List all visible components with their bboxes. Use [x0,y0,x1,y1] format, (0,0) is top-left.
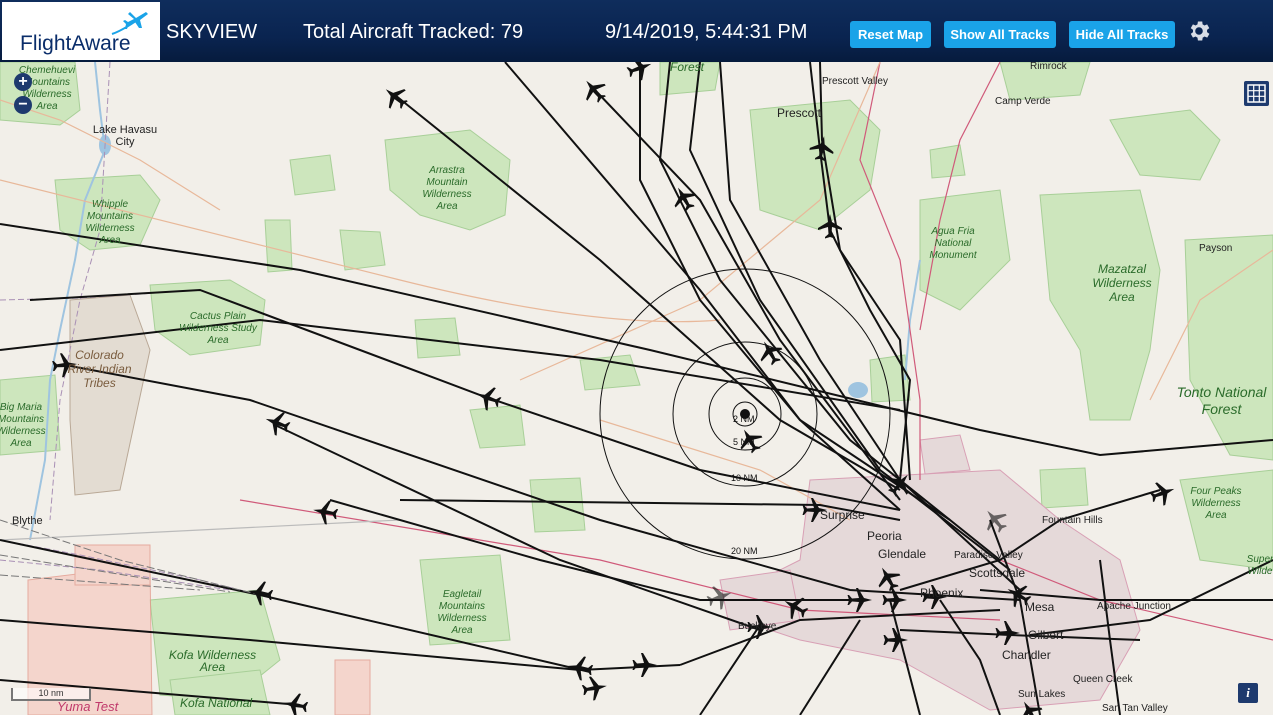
show-all-tracks-button[interactable]: Show All Tracks [944,21,1056,48]
label-kofa-national: Kofa National [180,696,253,710]
info-button[interactable]: i [1238,683,1258,703]
label-whipple: Whipple Mountains Wilderness Area [85,199,135,246]
logo-text: FlightAware [20,32,131,55]
label-gilbert: Gilbert [1028,628,1064,642]
flightaware-logo[interactable]: FlightAware [2,2,160,60]
tribal-area [69,294,151,496]
label-yuma-test: Yuma Test [57,699,119,714]
label-san-tan-valley: San Tan Valley [1102,703,1168,714]
hide-all-tracks-button[interactable]: Hide All Tracks [1069,21,1175,48]
label-chandler: Chandler [1002,648,1051,662]
label-four-peaks: Four Peaks Wilderness Area [1190,486,1242,521]
label-lake-havasu: Lake Havasu City [92,124,158,148]
scale-bar: 10 nm [11,688,91,701]
app-title: SKYVIEW [166,21,258,43]
label-tonto: Tonto National Forest [1176,384,1267,417]
label-phoenix: Phoenix [920,586,964,600]
total-aircraft-tracked: Total Aircraft Tracked: 79 [303,21,524,43]
label-blythe: Blythe [12,515,43,527]
ring-label-2nm: 2 NM [733,414,755,424]
label-buckeye: Buckeye [738,621,777,632]
label-paradise-valley: Paradise Valley [954,550,1023,561]
label-sun-lakes: Sun Lakes [1018,689,1066,700]
label-peoria: Peoria [867,529,902,543]
label-agua-fria: Agua Fria National Monument [929,226,977,261]
label-colorado-tribes: Colorado River Indian Tribes [67,348,132,390]
label-mazatzal: Mazatzal Wilderness Area [1092,262,1152,304]
label-queen-creek: Queen Creek [1073,674,1133,685]
label-fountain-hills: Fountain Hills [1042,515,1103,526]
current-datetime: 9/14/2019, 5:44:31 PM [605,21,808,43]
label-prescott: Prescott [777,106,822,120]
label-arrastra: Arrastra Mountain Wilderness Area [422,165,472,212]
map-canvas[interactable]: 2 NM 5 NM 10 NM 20 NM Chemehuevi Mountai… [0,62,1273,715]
gear-icon[interactable] [1186,18,1212,44]
reset-map-button[interactable]: Reset Map [850,21,931,48]
label-apache-junction: Apache Junction [1097,601,1171,612]
zoom-out-button[interactable]: − [14,96,32,114]
label-prescott-valley: Prescott Valley [822,76,888,87]
label-cactus-plain: Cactus Plain Wilderness Study Area [179,311,257,346]
label-surprise: Surprise [820,508,865,522]
label-eagletail: Eagletail Mountains Wilderness Area [437,589,487,636]
ring-label-10nm: 10 NM [731,473,758,483]
label-rimrock: Rimrock [1030,62,1067,72]
label-payson: Payson [1199,243,1233,254]
label-mesa: Mesa [1025,600,1055,614]
ring-label-20nm: 20 NM [731,546,758,556]
label-kofa-wilderness: Kofa Wilderness Area [168,648,257,674]
label-big-maria: Big Maria Mountains Wilderness Area [0,402,46,449]
layers-grid-icon[interactable] [1244,81,1269,106]
ring-label-5nm: 5 NM [733,437,755,447]
label-forest-top: Forest [670,62,705,74]
label-camp-verde: Camp Verde [995,96,1051,107]
top-bar: FlightAware SKYVIEW Total Aircraft Track… [0,0,1273,62]
label-scottsdale: Scottsdale [969,566,1026,580]
lake-pleasant-water [848,382,868,398]
zoom-in-button[interactable]: + [14,73,32,91]
label-glendale: Glendale [878,547,927,561]
label-superstition: Super Wilde [1246,554,1273,577]
map-base [0,62,1273,715]
